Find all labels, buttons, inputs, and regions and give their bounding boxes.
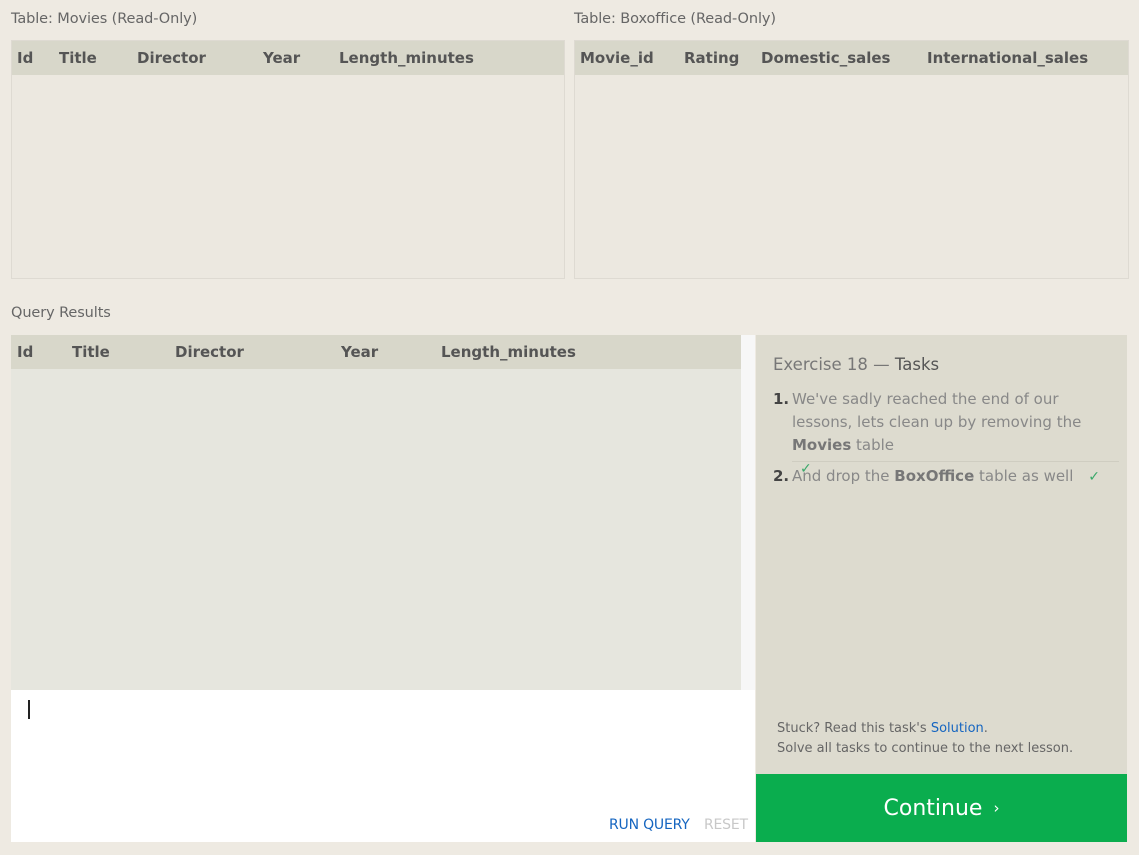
continue-label: Continue	[883, 796, 983, 821]
task-text-before: And drop the	[792, 467, 890, 485]
movies-table: Id Title Director Year Length_minutes	[11, 40, 565, 279]
movies-table-title: Table: Movies (Read-Only)	[11, 11, 198, 27]
movies-col-length: Length_minutes	[339, 49, 474, 67]
help-text: Stuck? Read this task's Solution. Solve …	[777, 719, 1073, 759]
run-query-button[interactable]: RUN QUERY	[609, 817, 690, 833]
chevron-right-icon: ›	[993, 799, 1000, 817]
boxoffice-col-domestic-sales: Domestic_sales	[761, 49, 891, 67]
task-divider	[792, 461, 1119, 462]
results-col-title: Title	[72, 343, 110, 361]
tasks-panel: Exercise 18 — Tasks 1. We've sadly reach…	[756, 335, 1127, 774]
solve-all-text: Solve all tasks to continue to the next …	[777, 741, 1074, 756]
task-item: 1. We've sadly reached the end of our le…	[773, 388, 1118, 477]
task-number: 2.	[773, 467, 790, 485]
tasks-heading: Tasks	[894, 355, 940, 374]
checkmark-icon: ✓	[1088, 469, 1100, 485]
movies-col-id: Id	[17, 49, 34, 67]
exercise-title: Exercise 18 — Tasks	[773, 355, 939, 374]
movies-col-title: Title	[59, 49, 97, 67]
boxoffice-table: Movie_id Rating Domestic_sales Internati…	[574, 40, 1129, 279]
stuck-prefix: Stuck? Read this task's	[777, 721, 927, 736]
stuck-suffix: .	[983, 721, 988, 736]
solution-link[interactable]: Solution	[931, 721, 984, 736]
results-scrollbar[interactable]	[741, 335, 755, 690]
text-cursor	[28, 700, 30, 719]
movies-col-director: Director	[137, 49, 206, 67]
movies-table-header: Id Title Director Year Length_minutes	[12, 41, 564, 75]
boxoffice-col-rating: Rating	[684, 49, 740, 67]
task-text-after: table as well	[979, 467, 1074, 485]
reset-button[interactable]: RESET	[704, 817, 748, 833]
task-text: And drop the BoxOffice table as well ✓	[792, 465, 1118, 489]
task-text-bold: Movies	[792, 436, 852, 454]
results-table-header: Id Title Director Year Length_minutes	[11, 335, 741, 369]
boxoffice-col-movie-id: Movie_id	[580, 49, 654, 67]
continue-button[interactable]: Continue ›	[756, 774, 1127, 842]
task-item: 2. And drop the BoxOffice table as well …	[773, 465, 1118, 489]
boxoffice-col-international-sales: International_sales	[927, 49, 1089, 67]
task-text-after: table	[856, 436, 895, 454]
results-col-id: Id	[17, 343, 34, 361]
boxoffice-table-header: Movie_id Rating Domestic_sales Internati…	[575, 41, 1128, 75]
results-col-year: Year	[341, 343, 379, 361]
movies-col-year: Year	[263, 49, 301, 67]
results-col-director: Director	[175, 343, 244, 361]
query-results-table: Id Title Director Year Length_minutes	[11, 335, 741, 690]
boxoffice-table-title: Table: Boxoffice (Read-Only)	[574, 11, 776, 27]
results-col-length: Length_minutes	[441, 343, 576, 361]
exercise-label: Exercise 18 —	[773, 355, 890, 374]
query-editor[interactable]: RUN QUERY RESET	[11, 690, 755, 842]
task-number: 1.	[773, 390, 790, 408]
query-results-title: Query Results	[11, 305, 111, 321]
task-text-bold: BoxOffice	[894, 467, 975, 485]
task-text-before: We've sadly reached the end of our lesso…	[792, 390, 1082, 431]
